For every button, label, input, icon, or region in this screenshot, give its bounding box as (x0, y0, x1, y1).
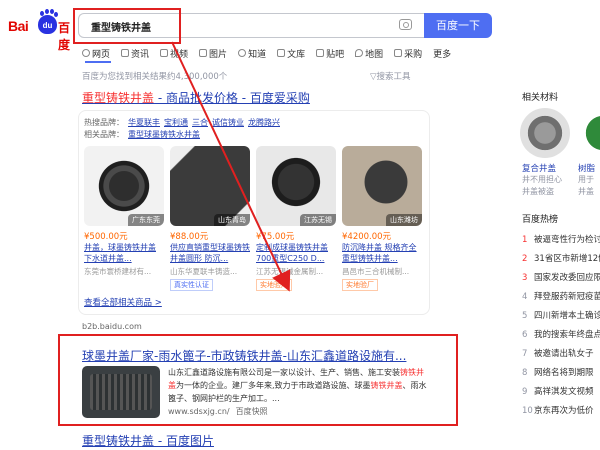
hot-list-item[interactable]: 9 高祥淇发文视频 (522, 385, 600, 397)
hot-list-item[interactable]: 1 被逼弯性行为检讨 (522, 233, 600, 245)
related-item-name[interactable]: 树脂 (578, 162, 595, 174)
related-item-name[interactable]: 复合井盖 (522, 162, 556, 174)
hot-list-item[interactable]: 3国家发改委回应限电 (522, 271, 600, 283)
related-item-desc: 井不用担心 (522, 175, 562, 184)
related-item-desc: 井盖 (578, 187, 594, 196)
hot-list-item[interactable]: 7 被邀请出轨女子 (522, 347, 600, 359)
hot-list-item[interactable]: 8 网络名将到期限 (522, 366, 600, 378)
hot-list-item[interactable]: 2 31省区市新增12例 (522, 252, 600, 264)
hot-list-item[interactable]: 4 拜登服药新冠疫苗 (522, 290, 600, 302)
related-item-desc: 井盖被盗 (522, 187, 554, 196)
related-image[interactable] (520, 108, 570, 158)
hot-list-item[interactable]: 5 四川新增本土确诊 (522, 309, 600, 321)
related-materials-title: 相关材料 (522, 93, 559, 103)
annotation-arrow (171, 41, 291, 292)
hot-list-item[interactable]: 6 我的搜索年终盘点 (522, 328, 600, 340)
hot-list-title: 百度热榜 (522, 215, 559, 225)
hot-list-item[interactable]: 10京东再次为低价 (522, 404, 600, 416)
related-item-desc: 用于 (578, 175, 594, 184)
